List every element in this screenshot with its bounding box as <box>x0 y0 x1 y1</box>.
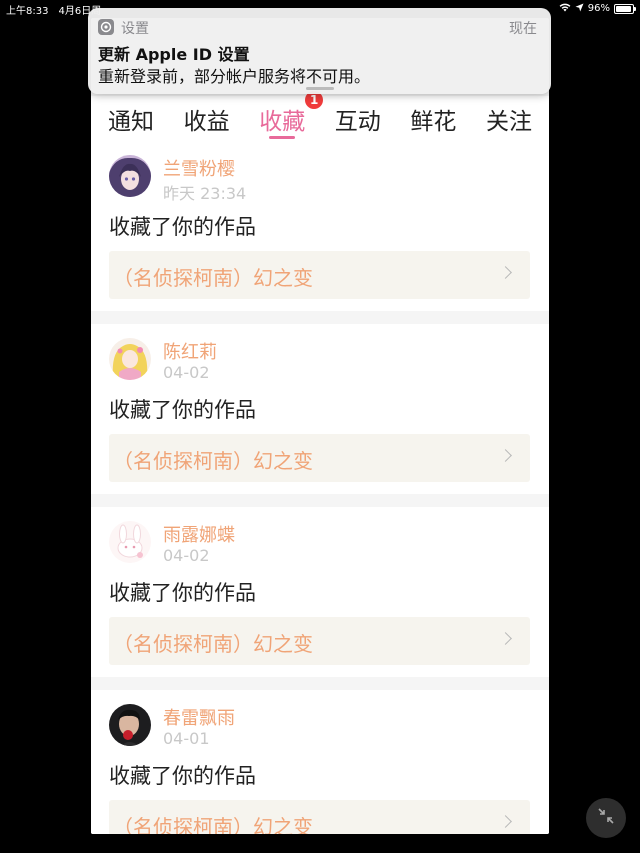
timestamp: 昨天 23:34 <box>163 184 247 203</box>
work-title: （名侦探柯南）幻之变 <box>113 266 313 290</box>
battery-fill <box>616 5 632 12</box>
chevron-right-icon <box>499 815 512 828</box>
list-item: 雨露娜蝶 04-02 收藏了你的作品 （名侦探柯南）幻之变 <box>91 507 549 677</box>
status-left: 上午8:33 4月6日周 <box>6 2 101 17</box>
status-time: 上午8:33 <box>6 6 49 17</box>
timestamp: 04-02 <box>163 363 210 382</box>
action-text: 收藏了你的作品 <box>109 581 256 605</box>
work-title: （名侦探柯南）幻之变 <box>113 632 313 656</box>
battery-percentage: 96% <box>587 3 610 14</box>
tab-label: 收藏 <box>259 109 306 135</box>
action-text: 收藏了你的作品 <box>109 398 256 422</box>
chevron-right-icon <box>499 449 512 462</box>
username[interactable]: 陈红莉 <box>163 338 217 364</box>
avatar[interactable] <box>109 338 151 380</box>
username[interactable]: 春雷飘雨 <box>163 704 235 730</box>
list-item: 兰雪粉樱 昨天 23:34 收藏了你的作品 （名侦探柯南）幻之变 <box>91 141 549 311</box>
action-text: 收藏了你的作品 <box>109 764 256 788</box>
notification-app-name: 设置 <box>121 21 149 37</box>
tab-label: 互动 <box>334 109 381 135</box>
app-window: 通知 收益 收藏 1 互动 鲜花 关注 兰雪粉樱 昨天 23:34 收藏了你的作… <box>91 18 549 834</box>
tab-label: 收益 <box>183 109 230 135</box>
tab-label: 鲜花 <box>410 109 457 135</box>
username[interactable]: 兰雪粉樱 <box>163 155 235 181</box>
tab-label: 关注 <box>485 109 532 135</box>
list-item: 陈红莉 04-02 收藏了你的作品 （名侦探柯南）幻之变 <box>91 324 549 494</box>
tab-label: 通知 <box>108 109 154 135</box>
username[interactable]: 雨露娜蝶 <box>163 521 235 547</box>
notification-grabber[interactable] <box>305 87 334 90</box>
work-title: （名侦探柯南）幻之变 <box>113 815 313 834</box>
status-right: 96% <box>559 2 636 15</box>
work-link[interactable]: （名侦探柯南）幻之变 <box>109 617 530 665</box>
list-item: 春雷飘雨 04-01 收藏了你的作品 （名侦探柯南）幻之变 <box>91 690 549 834</box>
favorites-feed: 兰雪粉樱 昨天 23:34 收藏了你的作品 （名侦探柯南）幻之变 陈红莉 04-… <box>91 141 549 834</box>
chevron-right-icon <box>499 632 512 645</box>
work-link[interactable]: （名侦探柯南）幻之变 <box>109 251 530 299</box>
timestamp: 04-02 <box>163 546 210 565</box>
notification-time: 现在 <box>509 21 537 37</box>
chevron-right-icon <box>499 266 512 279</box>
active-tab-indicator <box>269 136 296 139</box>
work-link[interactable]: （名侦探柯南）幻之变 <box>109 800 530 834</box>
location-arrow-icon <box>575 3 584 15</box>
minimize-arrows-icon <box>597 807 615 829</box>
settings-gear-icon <box>98 19 114 35</box>
notification-body: 重新登录前，部分帐户服务将不可用。 <box>98 67 371 86</box>
work-link[interactable]: （名侦探柯南）幻之变 <box>109 434 530 482</box>
notification-title: 更新 Apple ID 设置 <box>98 45 250 64</box>
action-text: 收藏了你的作品 <box>109 215 256 239</box>
avatar[interactable] <box>109 155 151 197</box>
timestamp: 04-01 <box>163 729 210 748</box>
minimize-button[interactable] <box>586 798 626 838</box>
wifi-icon <box>559 2 571 15</box>
battery-icon <box>614 3 636 14</box>
avatar[interactable] <box>109 521 151 563</box>
notification-banner[interactable]: 设置 现在 更新 Apple ID 设置 重新登录前，部分帐户服务将不可用。 <box>88 8 551 94</box>
avatar[interactable] <box>109 704 151 746</box>
work-title: （名侦探柯南）幻之变 <box>113 449 313 473</box>
